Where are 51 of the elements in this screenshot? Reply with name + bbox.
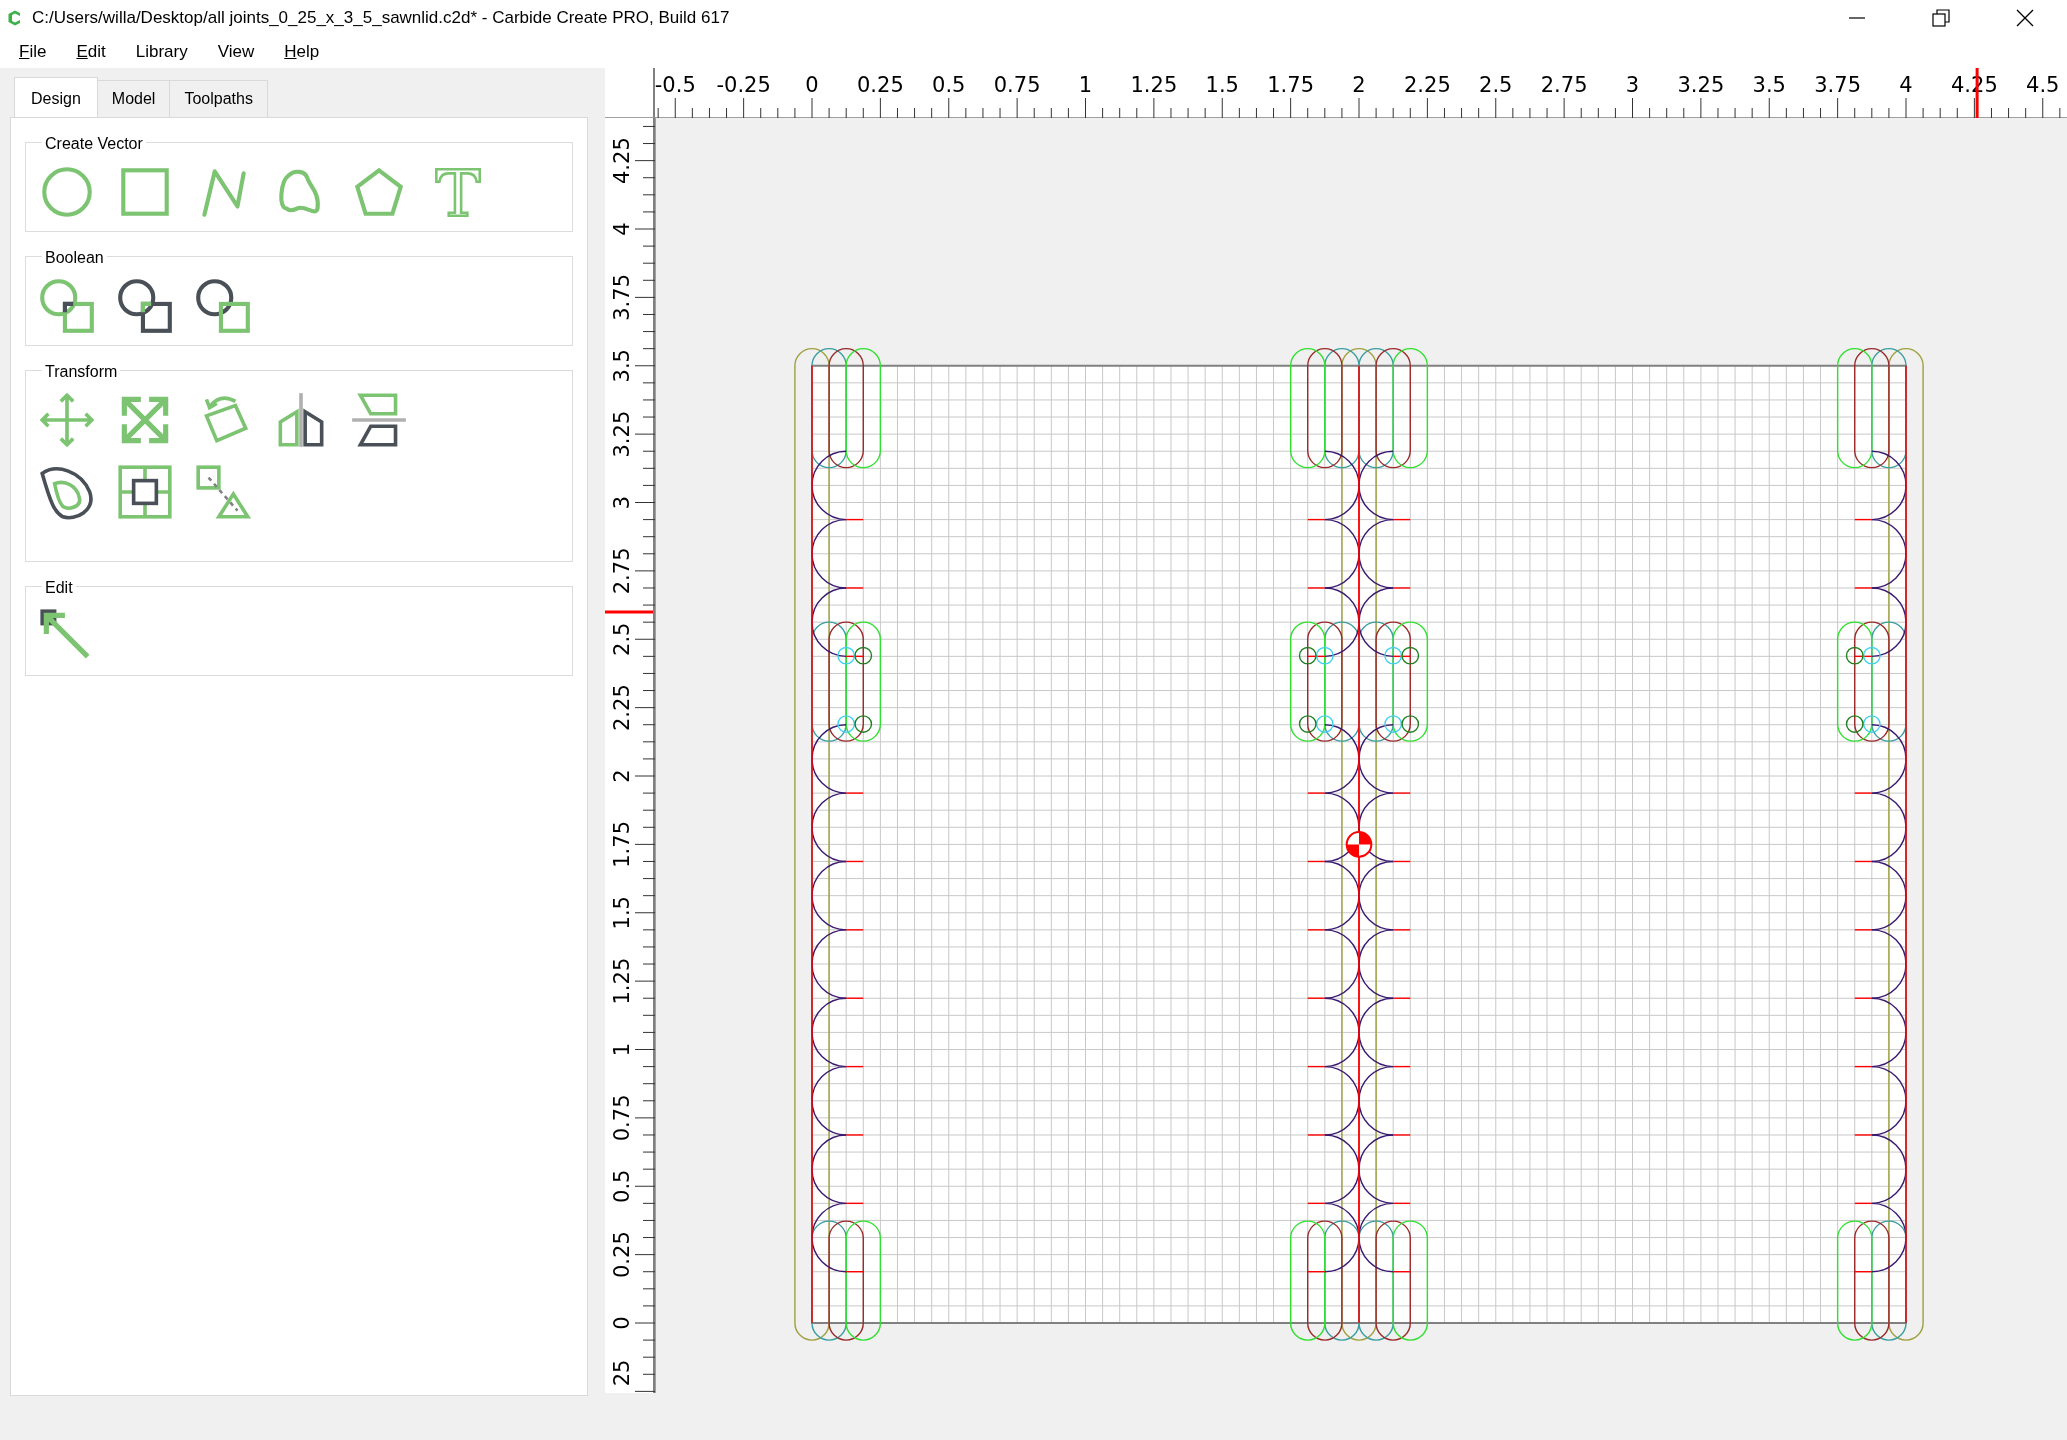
ruler-label: 3.5	[610, 349, 634, 383]
ruler-label: 0.5	[610, 1169, 634, 1203]
ruler-label: 4.5	[2026, 73, 2060, 97]
menu-item[interactable]: File	[4, 38, 62, 65]
tab[interactable]: Toolpaths	[169, 80, 268, 117]
ruler-label: 0.75	[993, 73, 1041, 97]
ruler-label: 1.5	[610, 896, 634, 930]
ruler-label: 4	[1899, 73, 1913, 97]
ruler-label: 0.25	[857, 73, 904, 97]
ruler-label: 3	[1625, 73, 1640, 97]
ruler-label: 2.5	[1479, 73, 1513, 97]
ruler-label: 4.25	[610, 137, 634, 184]
ruler-label: 1.75	[1267, 73, 1314, 97]
restore-icon[interactable]	[1931, 7, 1951, 28]
window-title: C:/Users/willa/Desktop/all joints_0_25_x_3_5_sawnlid.c2d* - Carbide Create PRO, Build 617	[32, 6, 731, 29]
ruler-label: 2.25	[1404, 73, 1451, 97]
ruler-label: 3.75	[1814, 73, 1861, 97]
ruler-label: 1	[1078, 73, 1093, 97]
ruler-label: 1.5	[1205, 73, 1239, 97]
ruler-label: 2.5	[610, 622, 634, 656]
tab[interactable]: Design	[14, 77, 98, 117]
ruler-label: 3.5	[1752, 73, 1786, 97]
menu-item[interactable]: View	[202, 38, 270, 65]
ruler-label: 2.75	[1540, 73, 1588, 97]
ruler-label: 2.25	[610, 684, 634, 731]
ruler-label: -0.25	[716, 73, 771, 97]
ruler-label: 1.25	[610, 957, 634, 1005]
menu-item[interactable]: Edit	[61, 38, 121, 65]
ruler-label: 0.25	[610, 1231, 634, 1278]
ruler-label: 2	[1352, 73, 1366, 97]
ruler-label: 2.75	[610, 547, 634, 595]
ruler-label: 1	[610, 1042, 634, 1057]
menu-item[interactable]: Library	[120, 38, 203, 65]
ruler-label: 3.25	[610, 410, 634, 458]
ruler-label: 1.75	[610, 821, 634, 868]
ruler-label: 4	[610, 222, 634, 236]
ruler-label: 25	[610, 1359, 634, 1387]
ruler-label: 0.75	[610, 1094, 634, 1142]
ruler-label: 0	[610, 1316, 634, 1330]
ruler-label: 2	[610, 769, 634, 783]
ruler-label: 3.25	[1677, 73, 1725, 97]
close-icon[interactable]	[2015, 7, 2035, 28]
cursor-marker	[605, 610, 653, 614]
ruler-label: 0.5	[932, 73, 966, 97]
menu-item[interactable]: Help	[269, 38, 335, 65]
ruler-label: 1.25	[1130, 73, 1178, 97]
ruler-label: 0	[805, 73, 819, 97]
ruler-label: 3.75	[610, 274, 634, 321]
ruler-label: -0.5	[655, 73, 696, 97]
origin-marker-icon	[1345, 831, 1373, 858]
ruler-label: 3	[610, 495, 634, 510]
